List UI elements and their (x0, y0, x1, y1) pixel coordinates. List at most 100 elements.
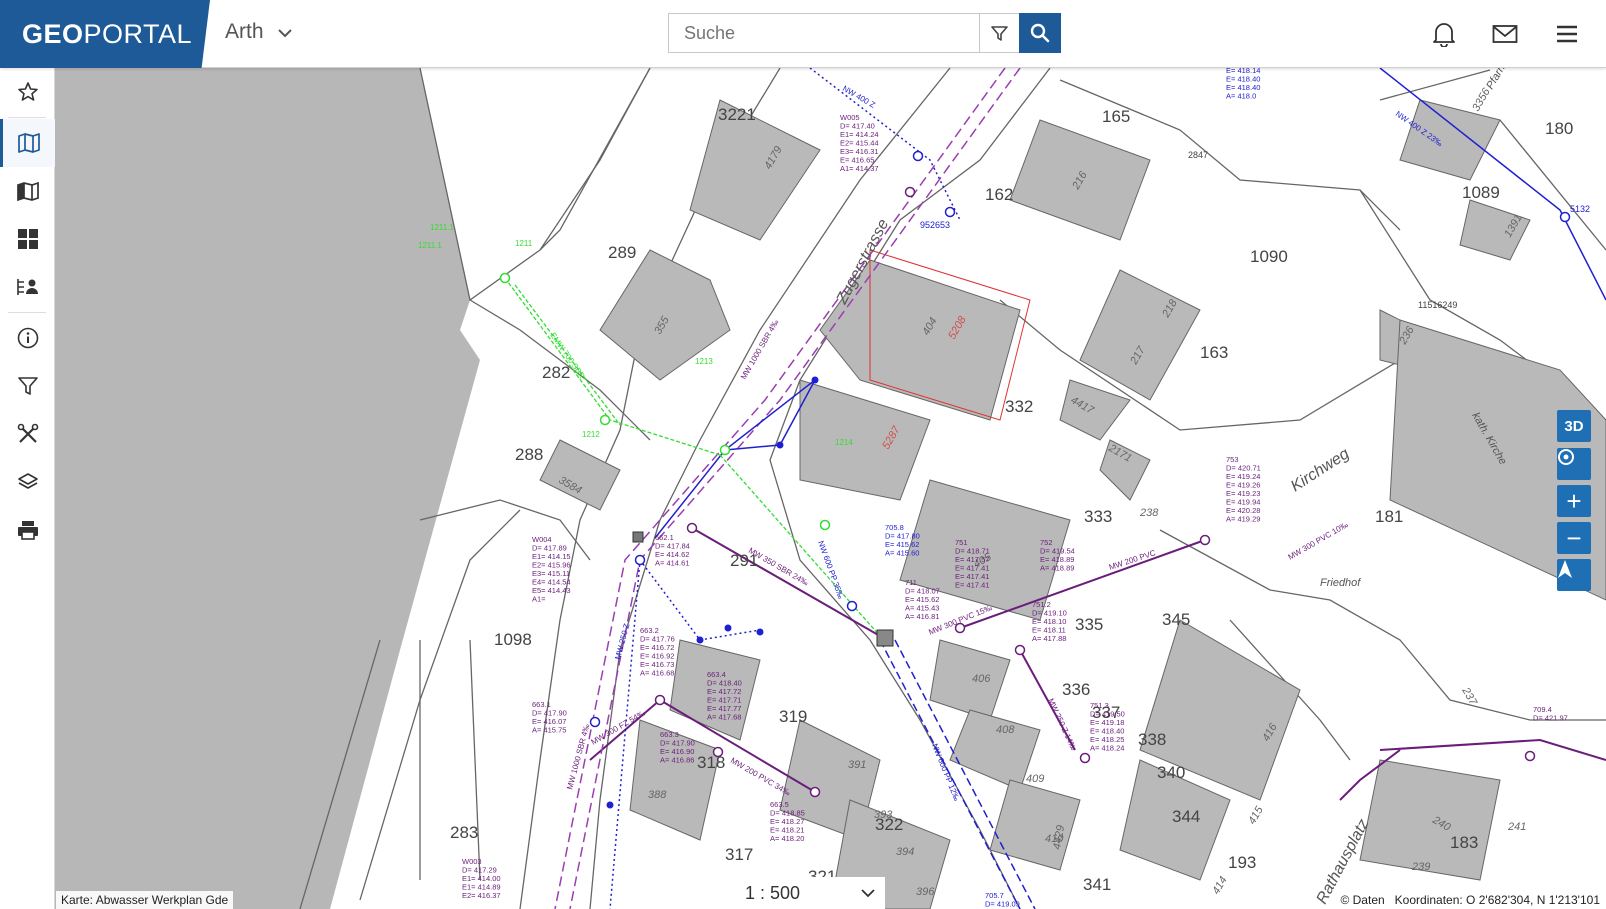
green-label: 1213 (695, 357, 713, 366)
manhole-label: 663.4 D= 418.40 E= 417.72 E= 417.71 E= 417.7… (707, 670, 742, 722)
notifications-button[interactable] (1430, 20, 1458, 48)
data-copyright-link[interactable]: © Daten (1340, 893, 1384, 907)
parcel-number: 1098 (494, 630, 532, 649)
attribution-text: Karte: Abwasser Werkplan Gde (61, 893, 229, 907)
parcel-number: 338 (1138, 730, 1166, 749)
logo-light-text: PORTAL (83, 19, 193, 49)
parcel-number: 163 (1200, 343, 1228, 362)
main-menu-button[interactable] (1553, 20, 1581, 48)
plus-icon: + (1566, 485, 1582, 516)
sidebar-item-filter[interactable] (0, 362, 55, 410)
municipality-label: Arth (225, 20, 264, 43)
misc-label: 11516249 (1418, 300, 1457, 310)
layers-icon (17, 473, 38, 489)
pipe-label: MW 250 Z 14‰ (1046, 697, 1078, 752)
manhole-label: 751.2 D= 419.10 E= 418.10 E= 418.11 A= 417.8… (1032, 600, 1067, 643)
manhole-label: E= 418.14 E= 418.40 E= 418.40 A= 418.0 (1226, 68, 1260, 101)
parcel-number: 341 (1083, 875, 1111, 894)
municipality-selector[interactable]: Arth (225, 20, 292, 44)
manhole-label: 705.7 D= 419.09 (985, 891, 1020, 909)
misc-label: 952653 (920, 220, 950, 230)
manhole-label: 663.1 D= 417.90 E= 416.07 A= 415.75 (532, 700, 567, 735)
buildings (539, 99, 1606, 909)
search-input[interactable] (669, 14, 979, 52)
parcel-number: 3221 (718, 105, 756, 124)
parcel-number: 340 (1157, 763, 1185, 782)
manhole-label: 709.4 D= 421.97 (1533, 705, 1568, 723)
zoom-out-button[interactable]: − (1557, 522, 1591, 554)
geoportal-logo[interactable]: GEOPORTAL (0, 0, 210, 68)
search-icon (1030, 23, 1050, 43)
building-number: 406 (972, 673, 991, 685)
locate-button[interactable] (1557, 448, 1591, 480)
sidebar-item-info[interactable] (0, 314, 55, 362)
north-button[interactable] (1557, 559, 1591, 591)
parcel-number: 345 (1162, 610, 1190, 629)
parcel-number: 289 (608, 243, 636, 262)
building-number: 241 (1507, 821, 1526, 833)
place-name: Friedhof (1320, 577, 1361, 589)
sidebar-item-map-themes[interactable] (0, 167, 55, 215)
parcel-number: 165 (1102, 107, 1130, 126)
green-label: 1214 (835, 438, 853, 447)
building-number: 237 (1459, 685, 1480, 709)
coordinate-bar: © Daten Koordinaten: O 2'682'304, N 1'21… (1334, 891, 1606, 909)
sidebar-divider (8, 117, 46, 118)
sidebar-divider (8, 312, 46, 313)
sidebar-item-map[interactable] (0, 119, 55, 167)
green-label: 1211 (515, 239, 533, 248)
scale-selector[interactable]: 1 : 500 (735, 877, 885, 909)
misc-label: 5132 (1570, 204, 1590, 214)
building-number: 394 (896, 846, 914, 858)
parcel-number: 1089 (1462, 183, 1500, 202)
parcel-number: 333 (1084, 507, 1112, 526)
parcel-number: 317 (725, 845, 753, 864)
search-box (668, 13, 1061, 53)
sidebar-item-tools[interactable] (0, 410, 55, 458)
building-number: 414 (1210, 875, 1230, 897)
parcel-number: 336 (1062, 680, 1090, 699)
sidebar-item-favorites[interactable] (0, 68, 55, 116)
chevron-down-icon (277, 20, 292, 44)
building-number: 409 (1026, 773, 1044, 785)
search-filter-button[interactable] (979, 14, 1019, 52)
manhole-label: W005 D= 417.40 E1= 414.24 E2= 415.44 E3= 416… (840, 113, 879, 173)
sidebar-item-apps[interactable] (0, 215, 55, 263)
parcel-number: 344 (1172, 807, 1200, 826)
north-arrow-icon (1558, 560, 1572, 578)
filter-icon (991, 25, 1008, 41)
inlet-square (876, 629, 894, 647)
building-number: 396 (916, 886, 935, 898)
parcel-number: 319 (779, 707, 807, 726)
lake-area (55, 68, 480, 909)
pipe-label: MW 250 Z (613, 622, 631, 660)
messages-button[interactable] (1491, 20, 1519, 48)
zoom-in-button[interactable]: + (1557, 485, 1591, 517)
sidebar-item-layers[interactable] (0, 458, 55, 506)
parcel-number: 1090 (1250, 247, 1288, 266)
map-canvas[interactable]: 3221 165 180 162 1089 1090 289 163 282 3… (55, 68, 1606, 909)
building-number: 238 (1139, 507, 1159, 519)
top-bar: GEOPORTAL Arth (0, 0, 1606, 68)
building-number: 239 (1411, 861, 1430, 873)
search-button[interactable] (1019, 13, 1061, 53)
sidebar-item-owner-info[interactable] (0, 263, 55, 311)
sidebar-item-print[interactable] (0, 506, 55, 554)
parcel-number: 181 (1375, 507, 1403, 526)
green-label: 1211.1 (418, 241, 442, 250)
coordinates-readout: Koordinaten: O 2'682'304, N 1'213'101 (1394, 893, 1600, 907)
map-attribution: Karte: Abwasser Werkplan Gde (56, 891, 234, 909)
3d-view-button[interactable]: 3D (1557, 410, 1591, 442)
printer-icon (17, 521, 38, 540)
pipe-label: MW 1000 SBR 4‰ (565, 723, 591, 791)
manhole-label: 662.1 D= 417.84 E= 414.62 A= 414.61 (655, 533, 690, 568)
parcel-number: 162 (985, 185, 1013, 204)
parcel-number: 193 (1228, 853, 1256, 872)
manhole-label: 663.2 D= 417.76 E= 416.72 E= 416.92 E= 416.7… (640, 626, 675, 678)
parcel-number: 332 (1005, 397, 1033, 416)
info-icon (17, 327, 38, 349)
map-drawing[interactable]: 3221 165 180 162 1089 1090 289 163 282 3… (55, 68, 1606, 909)
building-number: 388 (648, 789, 667, 801)
inlet-square (632, 531, 644, 543)
parcel-number: 335 (1075, 615, 1103, 634)
